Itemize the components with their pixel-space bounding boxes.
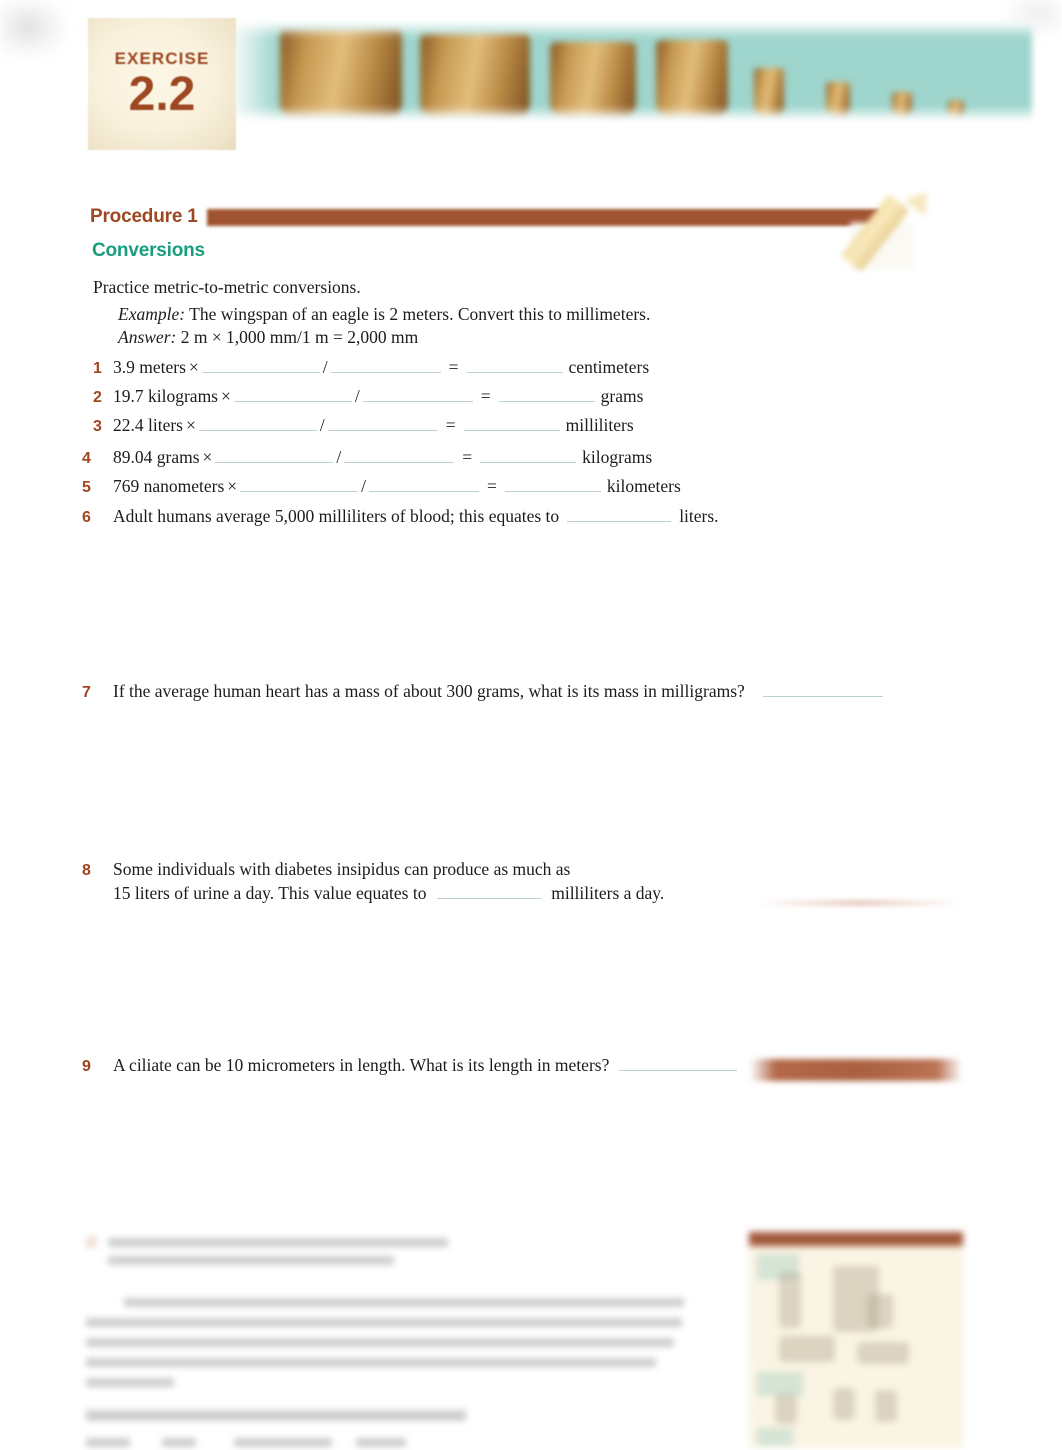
question-text-line2: 15 liters of urine a day. This value equ… (113, 882, 664, 906)
item-number: 3 (93, 418, 102, 435)
item-quantity: 89.04 grams (113, 447, 200, 467)
answer-blank[interactable] (567, 507, 672, 522)
item-number: 7 (82, 684, 91, 701)
answer-line: Answer: 2 m × 1,000 mm/1 m = 2,000 mm (118, 327, 418, 348)
answer-blank-denominator[interactable] (327, 416, 438, 431)
intro-text: Practice metric-to-metric conversions. (93, 277, 361, 297)
answer-blank-result[interactable] (480, 448, 577, 463)
equals-symbol: = (480, 386, 491, 406)
multiply-symbol: × (188, 357, 199, 377)
answer-blank-denominator[interactable] (344, 448, 455, 463)
conversion-item-4: 4 89.04 grams × / = kilograms (82, 447, 652, 468)
header-banner-image (232, 22, 1032, 120)
question-text-line2-pre: 15 liters of urine a day. This value equ… (113, 882, 427, 903)
item-number: 6 (82, 509, 91, 526)
item-number: 9 (82, 1058, 91, 1075)
question-text: A ciliate can be 10 micrometers in lengt… (113, 1055, 610, 1075)
divide-symbol: / (319, 415, 325, 435)
item-unit: grams (600, 386, 644, 406)
multiply-symbol: × (202, 447, 213, 467)
item-unit: kilometers (606, 476, 681, 496)
question-text-line1: Some individuals with diabetes insipidus… (113, 859, 571, 879)
equals-symbol: = (462, 447, 473, 467)
exercise-badge: EXERCISE 2.2 (88, 18, 236, 150)
divide-symbol: / (361, 476, 367, 496)
answer-label: Answer: (118, 327, 177, 347)
item-number: 1 (93, 360, 102, 377)
answer-blank-numerator[interactable] (240, 477, 359, 492)
question-unit: liters. (679, 506, 719, 526)
item-quantity: 19.7 kilograms (113, 386, 218, 406)
answer-blank[interactable] (619, 1056, 738, 1071)
item-quantity: 3.9 meters (113, 357, 186, 377)
example-label: Example: (118, 304, 186, 324)
answer-blank-numerator[interactable] (215, 448, 334, 463)
item-unit: centimeters (568, 357, 650, 377)
conversion-item-5: 5 769 nanometers × / = kilometers (82, 476, 681, 497)
pencil-icon (840, 182, 952, 274)
multiply-symbol: × (227, 476, 238, 496)
conversion-item-2: 2 19.7 kilograms × / = grams (93, 386, 643, 407)
item-number: 4 (82, 450, 91, 467)
question-text: Adult humans average 5,000 milliliters o… (113, 506, 560, 526)
sidebar-reference-panel (749, 1232, 963, 1448)
conversion-item-1: 1 3.9 meters × / = centimeters (93, 357, 649, 378)
question-item-9: 9 A ciliate can be 10 micrometers in len… (82, 1055, 738, 1076)
example-line: Example: The wingspan of an eagle is 2 m… (118, 304, 650, 325)
equals-symbol: = (445, 415, 456, 435)
exercise-number: 2.2 (128, 67, 196, 121)
example-text: The wingspan of an eagle is 2 meters. Co… (189, 304, 651, 324)
question-item-6: 6 Adult humans average 5,000 milliliters… (82, 506, 719, 527)
item-quantity: 769 nanometers (113, 476, 225, 496)
divide-symbol: / (322, 357, 328, 377)
exercise-label: EXERCISE (114, 48, 210, 68)
question-text: If the average human heart has a mass of… (113, 681, 745, 701)
question-item-7: 7 If the average human heart has a mass … (82, 681, 883, 702)
faded-text-block (86, 1236, 686, 1447)
answer-blank-denominator[interactable] (362, 387, 473, 402)
procedure-bar (206, 209, 880, 226)
multiply-symbol: × (221, 386, 231, 406)
question-unit: milliliters a day. (551, 882, 665, 903)
procedure-label: Procedure 1 (90, 206, 198, 227)
answer-blank-result[interactable] (466, 358, 563, 373)
sidebar-faint-rule (757, 900, 962, 906)
procedure-heading: Procedure 1 (90, 203, 880, 231)
item-number: 2 (93, 389, 102, 406)
divide-symbol: / (354, 386, 360, 406)
answer-blank-denominator[interactable] (330, 358, 441, 373)
item-number: 5 (82, 479, 91, 496)
item-unit: milliliters (565, 415, 634, 435)
answer-blank-result[interactable] (498, 387, 595, 402)
sidebar-brown-bar (750, 1059, 962, 1081)
answer-blank[interactable] (762, 682, 883, 697)
equals-symbol: = (487, 476, 497, 496)
conversion-item-3: 3 22.4 liters × / = milliliters (93, 415, 634, 436)
section-title-conversions: Conversions (92, 240, 205, 261)
page-corner-smudge (0, 0, 70, 60)
equals-symbol: = (448, 357, 459, 377)
answer-blank-numerator[interactable] (198, 416, 317, 431)
answer-blank-result[interactable] (504, 477, 601, 492)
multiply-symbol: × (186, 415, 196, 435)
item-number: 8 (82, 862, 91, 879)
question-item-8: 8 Some individuals with diabetes insipid… (82, 858, 664, 905)
answer-blank-numerator[interactable] (201, 358, 320, 373)
answer-text: 2 m × 1,000 mm/1 m = 2,000 mm (180, 327, 419, 347)
answer-blank-denominator[interactable] (369, 477, 480, 492)
item-unit: kilograms (582, 447, 653, 467)
answer-blank[interactable] (436, 884, 541, 899)
item-quantity: 22.4 liters (113, 415, 183, 435)
answer-blank-numerator[interactable] (233, 387, 352, 402)
divide-symbol: / (336, 447, 342, 467)
answer-blank-result[interactable] (463, 416, 560, 431)
